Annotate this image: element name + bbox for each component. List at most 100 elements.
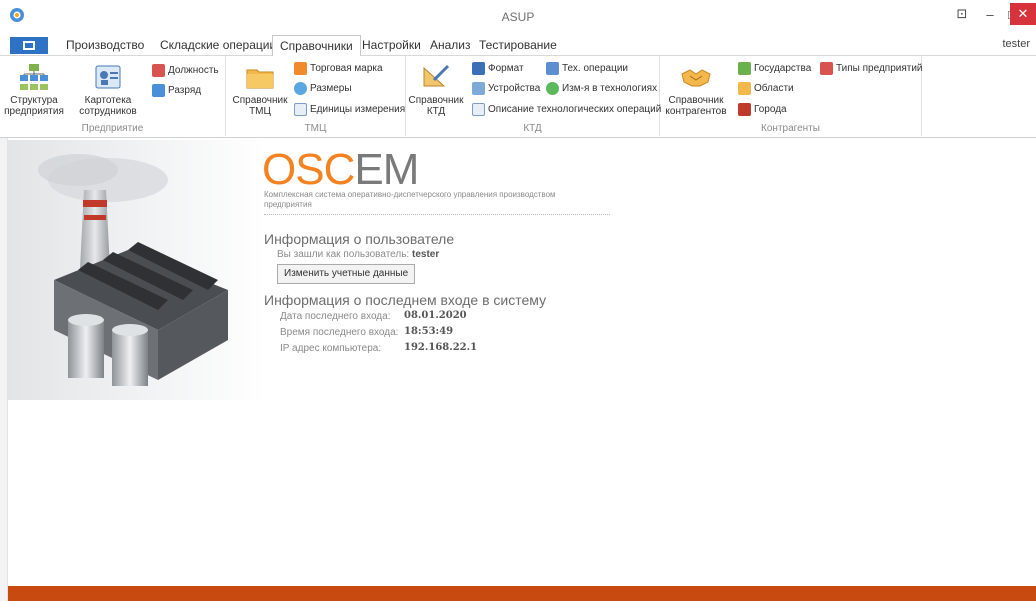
oscem-logo: OSCEM (262, 148, 419, 192)
position-label: Должность (168, 64, 219, 76)
devices-button[interactable]: Устройства (472, 80, 540, 96)
regions-label: Области (754, 82, 794, 94)
logged-as: Вы зашли как пользователь: tester (277, 249, 439, 260)
counterparties-reference-button[interactable]: Справочник контрагентов (662, 62, 730, 117)
org-structure-icon (20, 64, 48, 90)
cities-label: Города (754, 103, 787, 115)
enterprise-types-label: Типы предприятий (836, 62, 923, 74)
cities-button[interactable]: Города (738, 101, 787, 117)
group-label-enterprise: Предприятие (81, 123, 144, 134)
rank-button[interactable]: Разряд (152, 82, 201, 98)
restore-icon[interactable]: ⊡ (948, 3, 976, 25)
employee-card-icon (95, 65, 121, 89)
group-counterparties: Справочник контрагентов Государства Обла… (660, 56, 923, 136)
tab-references[interactable]: Справочники (272, 35, 361, 57)
group-label-tmc: ТМЦ (304, 123, 327, 134)
tmc-reference-label: Справочник ТМЦ (232, 95, 288, 117)
last-login-time-value: 18:53:49 (404, 326, 454, 337)
devices-label: Устройства (488, 82, 541, 94)
structure-button[interactable]: Структура предприятия (4, 62, 64, 117)
group-label-counterparties: Контрагенты (761, 123, 820, 134)
structure-label: Структура предприятия (4, 95, 64, 117)
factory-illustration (8, 140, 266, 400)
employees-button[interactable]: Картотека сотрудников (70, 62, 146, 117)
changes-label: Изм-я в технологиях (562, 82, 658, 94)
rank-label: Разряд (168, 84, 202, 96)
logged-as-label: Вы зашли как пользователь: (277, 249, 410, 260)
ribbon-tabs: Производство Складские операции Справочн… (0, 34, 1036, 57)
tech-ops-label: Тех. операции (562, 62, 629, 74)
ribbon: Структура предприятия Картотека сотрудни… (0, 56, 1036, 138)
units-icon (294, 102, 307, 116)
last-login-date-value: 08.01.2020 (404, 310, 467, 321)
logo-osc: OSC (262, 145, 355, 194)
tab-production[interactable]: Производство (66, 38, 144, 52)
sizes-button[interactable]: Размеры (294, 80, 352, 96)
devices-icon (472, 81, 485, 95)
tab-analysis[interactable]: Анализ (430, 38, 471, 52)
tab-settings[interactable]: Настройки (362, 38, 421, 52)
descriptions-button[interactable]: Описание технологических операций (472, 101, 661, 117)
main-content: OSCEM Комплексная система оперативно-дис… (8, 140, 1036, 586)
format-button[interactable]: Формат (472, 60, 524, 76)
change-credentials-button[interactable]: Изменить учетные данные (277, 264, 416, 284)
trademark-button[interactable]: Торговая марка (294, 60, 383, 76)
regions-icon (738, 81, 751, 95)
descriptions-label: Описание технологических операций (488, 103, 662, 115)
group-enterprise: Структура предприятия Картотека сотрудни… (0, 56, 226, 136)
tab-warehouse[interactable]: Складские операции (160, 38, 276, 52)
tab-testing[interactable]: Тестирование (479, 38, 557, 52)
counterparties-reference-label: Справочник контрагентов (665, 95, 727, 117)
position-icon (152, 63, 165, 77)
format-label: Формат (488, 62, 524, 74)
flag-icon (738, 61, 751, 75)
states-button[interactable]: Государства (738, 60, 811, 76)
title-bar: ASUP ⊡ – □ ✕ (0, 0, 1036, 34)
status-bar (8, 586, 1036, 601)
trademark-icon (294, 61, 307, 75)
file-menu-icon (23, 41, 35, 50)
enterprise-types-button[interactable]: Типы предприятий (820, 60, 923, 76)
handshake-icon (681, 69, 711, 87)
sizes-icon (294, 81, 307, 95)
folder-icon (246, 69, 274, 89)
last-login-date-label: Дата последнего входа: (280, 311, 391, 322)
ip-address-label: IP адрес компьютера: (280, 343, 382, 354)
logo-em: EM (354, 145, 419, 194)
changes-button[interactable]: Изм-я в технологиях (546, 80, 657, 96)
descriptions-icon (472, 102, 485, 116)
divider (264, 214, 610, 215)
factory-icon (820, 61, 833, 75)
format-icon (472, 61, 485, 75)
ktd-reference-label: Справочник КТД (408, 95, 464, 117)
tagline: Комплексная система оперативно-диспетчер… (264, 190, 556, 209)
position-button[interactable]: Должность (152, 62, 219, 78)
rank-icon (152, 83, 165, 97)
logged-as-value: tester (412, 249, 440, 260)
group-tmc: Справочник ТМЦ Торговая марка Размеры Ед… (226, 56, 406, 136)
left-edge (0, 138, 8, 601)
ip-address-value: 192.168.22.1 (404, 342, 478, 353)
tech-ops-icon (546, 61, 559, 75)
file-menu-button[interactable] (10, 37, 48, 54)
drafting-icon (423, 64, 450, 87)
sizes-label: Размеры (310, 82, 352, 94)
employees-label: Картотека сотрудников (79, 95, 137, 117)
check-icon (546, 81, 559, 95)
ktd-reference-button[interactable]: Справочник КТД (408, 62, 464, 117)
cities-icon (738, 102, 751, 116)
states-label: Государства (754, 62, 812, 74)
close-button[interactable]: ✕ (1010, 3, 1036, 25)
tmc-reference-button[interactable]: Справочник ТМЦ (230, 62, 290, 117)
trademark-label: Торговая марка (310, 62, 383, 74)
tech-ops-button[interactable]: Тех. операции (546, 60, 628, 76)
regions-button[interactable]: Области (738, 80, 794, 96)
group-label-ktd: КТД (523, 123, 542, 134)
user-info-heading: Информация о пользователе (264, 231, 455, 247)
window-title: ASUP (501, 10, 535, 24)
units-label: Единицы измерения (310, 103, 406, 115)
last-login-heading: Информация о последнем входе в систему (264, 292, 547, 308)
last-login-time-label: Время последнего входа: (280, 327, 399, 338)
units-button[interactable]: Единицы измерения (294, 101, 405, 117)
current-user: tester (1002, 38, 1030, 50)
